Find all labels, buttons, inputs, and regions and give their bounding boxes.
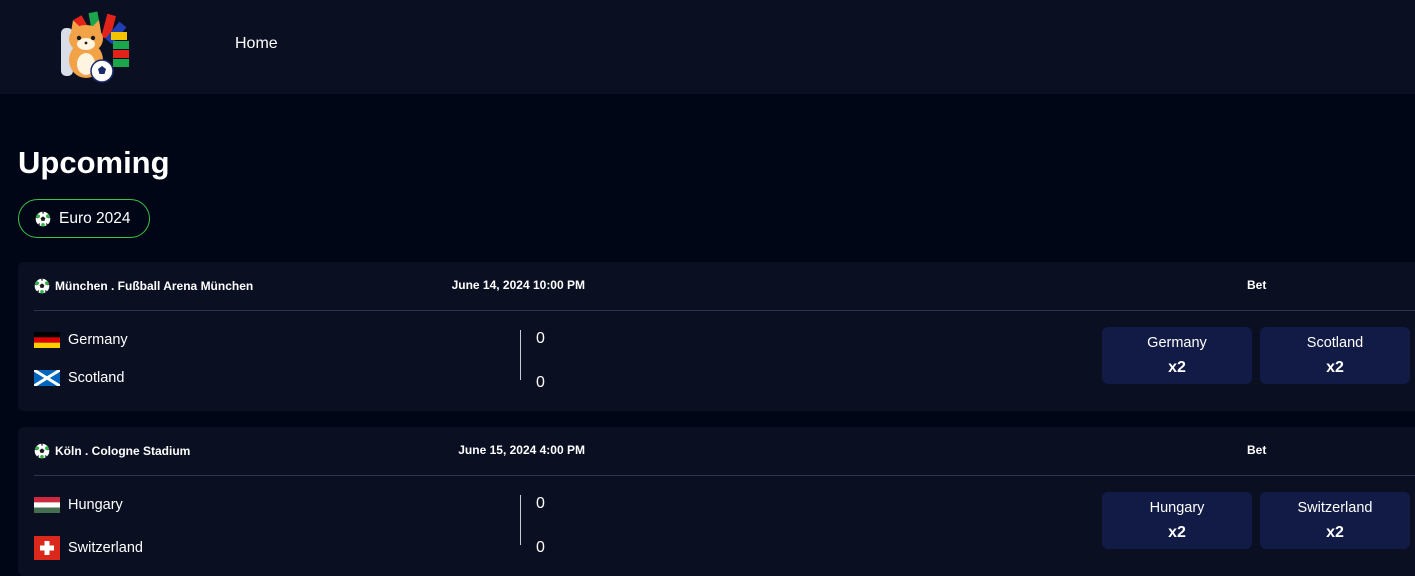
team-name: Hungary <box>68 497 123 513</box>
match-card: Köln . Cologne Stadium June 15, 2024 4:0… <box>18 427 1415 576</box>
match-date: June 15, 2024 4:00 PM <box>458 443 585 457</box>
bet-switzerland-button[interactable]: Switzerland x2 <box>1260 492 1410 549</box>
score-home: 0 <box>536 495 545 512</box>
soccer-ball-icon <box>35 211 51 227</box>
bet-column-label: Bet <box>1247 278 1267 292</box>
filter-label: Euro 2024 <box>59 209 131 227</box>
venue-label: Köln . Cologne Stadium <box>55 444 191 458</box>
bet-team-label: Switzerland <box>1297 499 1373 516</box>
bet-team-label: Germany <box>1147 334 1207 351</box>
team-row-home: Germany <box>34 332 128 348</box>
match-date: June 14, 2024 10:00 PM <box>451 278 585 292</box>
bet-team-label: Hungary <box>1149 499 1205 516</box>
card-divider <box>34 475 1415 476</box>
team-name: Germany <box>68 332 128 348</box>
match-venue: Köln . Cologne Stadium <box>34 443 190 459</box>
card-divider <box>34 310 1415 311</box>
germany-flag-icon <box>34 332 60 348</box>
team-name: Switzerland <box>68 540 143 556</box>
score-away: 0 <box>536 539 545 556</box>
bet-hungary-button[interactable]: Hungary x2 <box>1102 492 1252 549</box>
team-row-away: Switzerland <box>34 536 143 560</box>
bet-odds-label: x2 <box>1168 358 1186 376</box>
bet-germany-button[interactable]: Germany x2 <box>1102 327 1252 384</box>
bet-odds-label: x2 <box>1326 358 1344 376</box>
match-card: München . Fußball Arena München June 14,… <box>18 262 1415 411</box>
bet-column-label: Bet <box>1247 443 1267 457</box>
bet-odds-label: x2 <box>1326 523 1344 541</box>
bet-odds-label: x2 <box>1168 523 1186 541</box>
euro-2024-filter-button[interactable]: Euro 2024 <box>18 199 150 238</box>
top-header: Home <box>0 0 1415 94</box>
hungary-flag-icon <box>34 497 60 513</box>
score-separator <box>520 330 521 380</box>
soccer-ball-icon <box>34 278 50 294</box>
logo[interactable] <box>55 8 133 84</box>
score-home: 0 <box>536 330 545 347</box>
team-name: Scotland <box>68 370 125 386</box>
page-title: Upcoming <box>18 145 170 180</box>
team-row-home: Hungary <box>34 497 123 513</box>
scotland-flag-icon <box>34 370 60 386</box>
bet-team-label: Scotland <box>1306 334 1364 351</box>
score-away: 0 <box>536 374 545 391</box>
team-row-away: Scotland <box>34 370 124 386</box>
nav-home-link[interactable]: Home <box>235 35 278 53</box>
soccer-ball-icon <box>34 443 50 459</box>
switzerland-flag-icon <box>34 536 60 560</box>
score-separator <box>520 495 521 545</box>
bet-scotland-button[interactable]: Scotland x2 <box>1260 327 1410 384</box>
match-venue: München . Fußball Arena München <box>34 278 253 294</box>
venue-label: München . Fußball Arena München <box>55 279 254 293</box>
